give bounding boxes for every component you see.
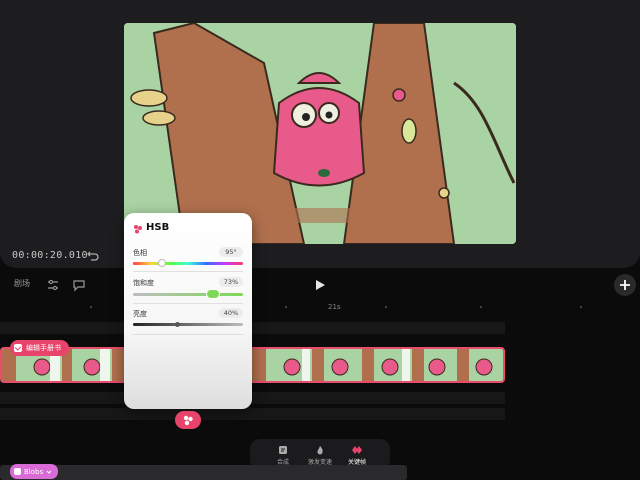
divider: [133, 271, 243, 272]
brightness-label: 亮度: [133, 310, 147, 318]
hsb-effect-button[interactable]: [175, 411, 201, 429]
compose-icon: [279, 446, 287, 454]
tab-keyframe[interactable]: 关键帧: [339, 445, 375, 466]
saturation-value[interactable]: 73%: [219, 277, 243, 287]
toolbar-label[interactable]: 剧场: [14, 278, 30, 289]
ruler-tick: [580, 306, 582, 308]
blobs-track[interactable]: [0, 465, 407, 480]
clip-tag[interactable]: 编辑手册书: [10, 340, 69, 356]
comment-icon[interactable]: [72, 277, 88, 293]
hsb-panel: HSB 色相 95° 饱和度 73% 亮度 40%: [124, 213, 252, 409]
blobs-tag-label: Blobs: [24, 467, 44, 476]
tab-compose[interactable]: 合成: [265, 445, 301, 466]
ruler-tick: [285, 306, 287, 308]
undo-button[interactable]: [86, 248, 102, 264]
keyframe-icon: [352, 446, 362, 454]
effect-dots-icon: [183, 415, 193, 426]
plus-icon: [620, 280, 630, 290]
hue-label: 色相: [133, 249, 147, 257]
tab-speed[interactable]: 激发变速: [302, 445, 338, 466]
saturation-slider[interactable]: [133, 289, 243, 299]
add-track-button[interactable]: [614, 274, 636, 296]
time-ruler[interactable]: [0, 300, 640, 318]
brightness-slider[interactable]: [133, 322, 243, 327]
saturation-slider-thumb[interactable]: [206, 289, 221, 299]
hue-slider-thumb[interactable]: [157, 259, 166, 267]
play-button[interactable]: [313, 277, 329, 293]
undo-icon: [87, 251, 99, 261]
ruler-tick: [480, 306, 482, 308]
hue-value[interactable]: 95°: [219, 247, 243, 257]
hsb-logo-icon: [134, 225, 142, 234]
ruler-tick: [90, 306, 92, 308]
hsb-title: HSB: [146, 222, 170, 233]
checkbox-icon: [14, 468, 21, 475]
blobs-tag[interactable]: Blobs: [10, 464, 59, 479]
timecode-readout: 00:00:20.010: [12, 250, 88, 261]
hue-slider[interactable]: [133, 259, 243, 267]
play-icon: [316, 280, 325, 290]
saturation-label: 饱和度: [133, 279, 154, 287]
divider: [133, 334, 243, 335]
divider: [133, 303, 243, 304]
clip-tag-label: 编辑手册书: [26, 344, 61, 352]
empty-track: [0, 408, 505, 420]
video-clip-strip[interactable]: [0, 347, 505, 383]
ruler-tick: [385, 306, 387, 308]
checkbox-icon: [14, 344, 22, 352]
cartoon-illustration: [124, 23, 516, 244]
brightness-value[interactable]: 40%: [219, 308, 243, 318]
video-canvas[interactable]: [124, 23, 516, 244]
ruler-label-21s: 21s: [328, 303, 341, 311]
adjust-icon[interactable]: [46, 277, 62, 293]
flame-icon: [317, 446, 323, 455]
empty-track: [0, 322, 505, 334]
brightness-slider-thumb[interactable]: [174, 322, 180, 327]
chevron-down-icon: [46, 470, 52, 474]
preview-area: 00:00:20.010: [0, 0, 640, 268]
clip-thumbnails: [2, 349, 503, 381]
empty-track: [0, 392, 505, 404]
